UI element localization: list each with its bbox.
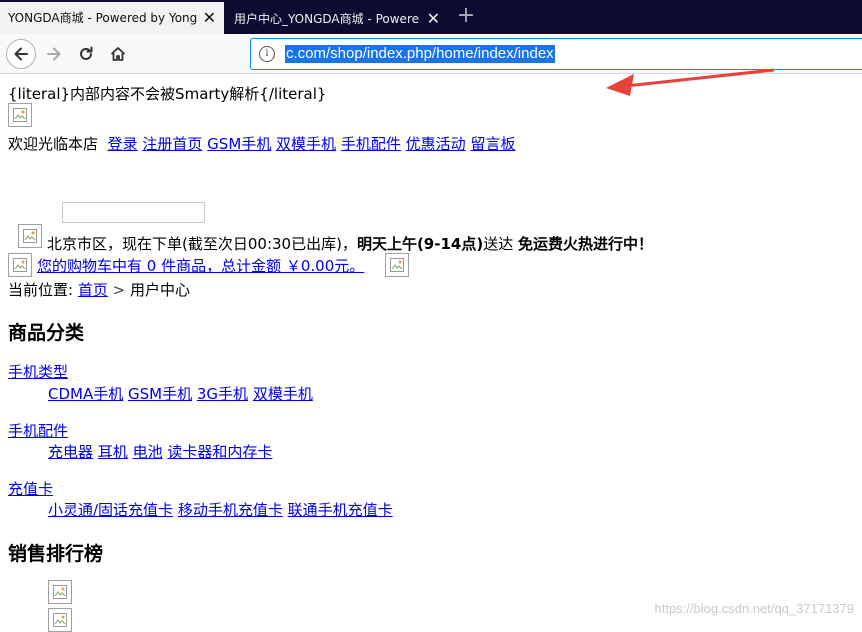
welcome-text: 欢迎光临本店 xyxy=(8,135,99,153)
gsm-phone-link[interactable]: GSM手机 xyxy=(128,385,192,403)
tab-title: 用户中心_YONGDA商城 - Powere xyxy=(234,12,419,26)
page-content: {literal}内部内容不会被Smarty解析{/literal} 欢迎光临本… xyxy=(0,75,862,632)
dual-mode-phone-link[interactable]: 双模手机 xyxy=(276,135,336,153)
breadcrumb-home-link[interactable]: 首页 xyxy=(78,281,108,299)
close-icon[interactable]: ✕ xyxy=(427,4,440,34)
category-recharge-card-items: 小灵通/固话充值卡 移动手机充值卡 联通手机充值卡 xyxy=(48,499,393,520)
close-icon[interactable]: ✕ xyxy=(203,2,216,34)
category-accessories-items: 充电器 耳机 电池 读卡器和内存卡 xyxy=(48,441,272,462)
card-reader-link[interactable]: 读卡器和内存卡 xyxy=(167,443,272,461)
sales-ranking-heading: 销售排行榜 xyxy=(8,543,104,565)
delivery-prefix: 北京市区，现在下单(截至次日00:30已出库)， xyxy=(47,235,357,253)
dual-mode-phone-link[interactable]: 双模手机 xyxy=(253,385,313,403)
forward-arrow-icon[interactable] xyxy=(40,40,68,68)
csdn-watermark: https://blog.csdn.net/qq_37171379 xyxy=(654,601,855,616)
tab-user-center[interactable]: 用户中心_YONGDA商城 - Powere ✕ xyxy=(226,4,448,34)
battery-link[interactable]: 电池 xyxy=(133,443,163,461)
free-shipping-promo: 免运费火热进行中！ xyxy=(517,235,653,253)
category-heading: 商品分类 xyxy=(8,322,85,344)
category-recharge-card-link[interactable]: 充值卡 xyxy=(8,478,53,499)
mobile-recharge-link[interactable]: 移动手机充值卡 xyxy=(178,501,283,519)
search-input[interactable] xyxy=(62,202,205,223)
top-nav: 欢迎光临本店 登录 注册首页 GSM手机 双模手机 手机配件 优惠活动 留言板 xyxy=(8,133,515,154)
smarty-literal-note: {literal}内部内容不会被Smarty解析{/literal} xyxy=(8,85,327,103)
3g-phone-link[interactable]: 3G手机 xyxy=(197,385,248,403)
navigation-toolbar: i c.com/shop/index.php/home/index/index xyxy=(0,34,862,96)
broken-image-icon xyxy=(48,580,72,604)
reload-icon[interactable] xyxy=(72,40,100,68)
broken-image-icon xyxy=(18,224,42,248)
site-info-icon[interactable]: i xyxy=(259,46,275,62)
broken-image-icon xyxy=(385,253,409,277)
delivery-notice: 北京市区，现在下单(截至次日00:30已出库)，明天上午(9-14点)送达 免运… xyxy=(47,233,653,254)
promotions-link[interactable]: 优惠活动 xyxy=(406,135,466,153)
tab-title: YONGDA商城 - Powered by Yong xyxy=(8,11,198,25)
delivery-time: 明天上午(9-14点) xyxy=(356,235,484,253)
tab-strip: YONGDA商城 - Powered by Yong ✕ 用户中心_YONGDA… xyxy=(0,0,862,34)
broken-image-icon xyxy=(8,253,32,277)
category-accessories-link[interactable]: 手机配件 xyxy=(8,420,68,441)
register-link[interactable]: 注册 xyxy=(142,135,172,153)
charger-link[interactable]: 充电器 xyxy=(48,443,93,461)
category-phone-types-link[interactable]: 手机类型 xyxy=(8,361,68,382)
breadcrumb-label: 当前位置: xyxy=(8,281,74,299)
breadcrumb-separator: > xyxy=(112,281,126,299)
breadcrumb: 当前位置: 首页 > 用户中心 xyxy=(8,279,190,300)
back-arrow-icon[interactable] xyxy=(6,39,36,69)
home-icon[interactable] xyxy=(104,40,132,68)
gsm-phone-link[interactable]: GSM手机 xyxy=(207,135,271,153)
phone-accessories-link[interactable]: 手机配件 xyxy=(341,135,401,153)
category-phone-types-items: CDMA手机 GSM手机 3G手机 双模手机 xyxy=(48,383,313,404)
cdma-phone-link[interactable]: CDMA手机 xyxy=(48,385,123,403)
url-text[interactable]: c.com/shop/index.php/home/index/index xyxy=(285,45,555,63)
new-tab-plus-icon[interactable]: + xyxy=(455,4,477,30)
phs-recharge-link[interactable]: 小灵通/固话充值卡 xyxy=(48,501,173,519)
breadcrumb-current: 用户中心 xyxy=(130,281,191,299)
delivery-mid: 送达 xyxy=(483,235,518,253)
login-link[interactable]: 登录 xyxy=(108,135,138,153)
broken-image-icon xyxy=(48,608,72,632)
guestbook-link[interactable]: 留言板 xyxy=(470,135,515,153)
tab-yongda-home[interactable]: YONGDA商城 - Powered by Yong ✕ xyxy=(0,2,224,34)
home-link[interactable]: 首页 xyxy=(172,135,202,153)
cart-summary-link[interactable]: 您的购物车中有 0 件商品，总计金额 ￥0.00元。 xyxy=(37,255,364,276)
unicom-recharge-link[interactable]: 联通手机充值卡 xyxy=(288,501,393,519)
earphone-link[interactable]: 耳机 xyxy=(98,443,128,461)
broken-image-icon xyxy=(8,103,32,127)
